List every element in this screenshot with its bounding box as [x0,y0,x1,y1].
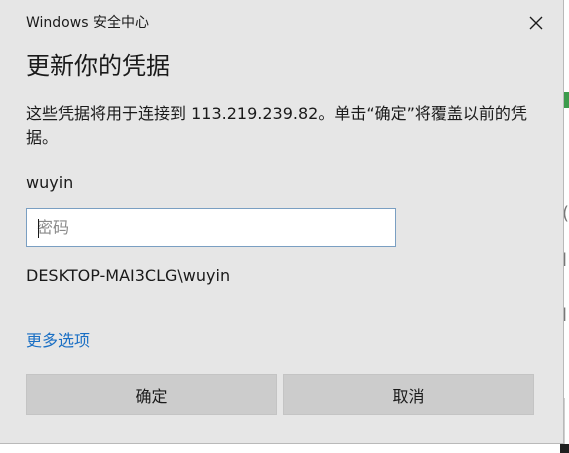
background-taskbar-corner [560,444,569,453]
credential-dialog: Windows 安全中心 更新你的凭据 这些凭据将用于连接到 113.219.2… [0,0,564,444]
text-caret [38,219,39,238]
background-bottom [0,444,569,453]
window-title: Windows 安全中心 [26,15,149,31]
more-options-link[interactable]: 更多选项 [26,327,90,351]
dialog-heading: 更新你的凭据 [26,52,170,80]
close-button[interactable] [518,8,554,38]
password-field-container[interactable] [26,208,396,247]
ok-button[interactable]: 确定 [26,374,277,415]
cancel-button[interactable]: 取消 [283,374,534,415]
dialog-description: 这些凭据将用于连接到 113.219.239.82。单击“确定”将覆盖以前的凭据… [26,104,527,147]
close-icon [529,16,543,30]
password-input[interactable] [37,209,395,246]
domain-user-label: DESKTOP-MAI3CLG\wuyin [26,266,231,285]
username-label: wuyin [26,173,74,192]
